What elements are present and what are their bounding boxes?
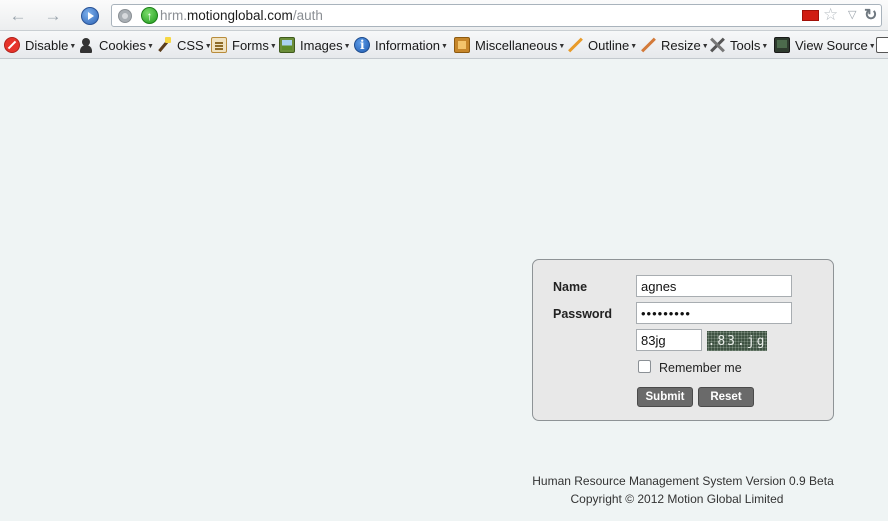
captcha-input[interactable] xyxy=(636,329,702,351)
globe-icon[interactable] xyxy=(118,9,132,23)
home-button-graphic xyxy=(81,7,99,25)
star-icon[interactable]: ☆ xyxy=(823,5,838,25)
toolbar-item-label: Disable xyxy=(25,37,69,53)
remember-me-label[interactable]: Remember me xyxy=(659,361,742,375)
name-label: Name xyxy=(553,280,588,294)
footer-version-text: Human Resource Management System Version… xyxy=(532,474,834,488)
remember-me-checkbox[interactable] xyxy=(638,360,651,373)
dropdown-arrow-icon: ▼ xyxy=(343,42,351,50)
submit-button[interactable]: Submit xyxy=(637,387,693,407)
resize-icon xyxy=(640,37,656,53)
toolbar-item-label: Information xyxy=(375,37,441,53)
forward-arrow-icon[interactable]: → xyxy=(43,6,63,26)
dropdown-arrow-icon: ▼ xyxy=(701,42,709,50)
toolbar-item-miscellaneous[interactable]: Miscellaneous ▼ xyxy=(454,36,565,54)
information-icon xyxy=(354,37,370,53)
toolbar-item-css[interactable]: CSS ▼ xyxy=(156,36,212,54)
web-developer-toolbar: Disable▼ Cookies▼ CSS▼ Forms▼ Images▼ In… xyxy=(0,31,888,59)
dropdown-arrow-icon: ▼ xyxy=(441,42,448,50)
toolbar-item-cookies[interactable]: Cookies ▼ xyxy=(78,36,154,54)
disable-icon xyxy=(4,37,20,53)
browser-nav-bar: ← → ↑ hrm.motionglobal.com/auth ☆ ▽ ↻ xyxy=(0,0,888,31)
toolbar-item-label: Outline xyxy=(588,37,630,53)
images-icon xyxy=(279,37,295,53)
miscellaneous-icon xyxy=(454,37,470,53)
url-text[interactable]: hrm.motionglobal.com/auth xyxy=(160,8,323,23)
toolbar-item-disable[interactable]: Disable ▼ xyxy=(4,36,76,54)
name-input[interactable] xyxy=(636,275,792,297)
toolbar-item-view-source[interactable]: View Source ▼ xyxy=(774,36,876,54)
toolbar-item-information[interactable]: Information▼ xyxy=(354,36,448,54)
toolbar-item-tools[interactable]: Tools ▼ xyxy=(709,36,768,54)
reset-button[interactable]: Reset xyxy=(698,387,754,407)
forms-icon xyxy=(211,37,227,53)
toolbar-item-label: Images xyxy=(300,37,343,53)
toolbar-item-label: Cookies xyxy=(99,37,146,53)
tools-icon xyxy=(709,37,725,53)
dropdown-arrow-icon: ▼ xyxy=(868,42,876,50)
dropdown-arrow-icon: ▼ xyxy=(558,42,566,50)
toolbar-item-label: Tools xyxy=(730,37,761,53)
address-bar[interactable]: ↑ hrm.motionglobal.com/auth ☆ ▽ ↻ xyxy=(111,4,882,27)
toolbar-item-label: CSS xyxy=(177,37,204,53)
dropdown-arrow-icon: ▼ xyxy=(630,42,638,50)
dropdown-arrow-icon: ▼ xyxy=(146,42,154,50)
more-tools-icon xyxy=(876,37,888,53)
url-path: /auth xyxy=(292,8,323,23)
toolbar-item-label: Resize xyxy=(661,37,701,53)
dropdown-arrow-icon[interactable]: ▽ xyxy=(848,8,856,21)
toolbar-item-more[interactable] xyxy=(876,36,888,54)
url-host: motionglobal.com xyxy=(187,8,293,23)
toolbar-item-resize[interactable]: Resize ▼ xyxy=(640,36,709,54)
dropdown-arrow-icon: ▼ xyxy=(69,42,77,50)
login-panel: Name Password .83.jg Remember me Submit … xyxy=(532,259,834,421)
toolbar-item-forms[interactable]: Forms ▼ xyxy=(211,36,277,54)
home-icon[interactable] xyxy=(80,6,100,26)
toolbar-item-images[interactable]: Images ▼ xyxy=(279,36,351,54)
css-icon xyxy=(156,37,172,53)
secure-connection-icon[interactable]: ↑ xyxy=(141,7,158,24)
footer-copyright-text: Copyright © 2012 Motion Global Limited xyxy=(570,492,784,506)
outline-icon xyxy=(567,37,583,53)
view-source-icon xyxy=(774,37,790,53)
toolbar-item-label: Forms xyxy=(232,37,269,53)
password-label: Password xyxy=(553,307,613,321)
cookies-icon xyxy=(78,37,94,53)
toolbar-item-label: Miscellaneous xyxy=(475,37,558,53)
back-arrow-icon[interactable]: ← xyxy=(8,6,28,26)
dropdown-arrow-icon: ▼ xyxy=(269,42,277,50)
password-input[interactable] xyxy=(636,302,792,324)
dropdown-arrow-icon: ▼ xyxy=(761,42,769,50)
flag-icon[interactable] xyxy=(802,10,819,21)
url-subdomain: hrm. xyxy=(160,8,187,23)
captcha-image: .83.jg xyxy=(707,331,767,351)
toolbar-item-outline[interactable]: Outline ▼ xyxy=(567,36,637,54)
toolbar-item-label: View Source xyxy=(795,37,868,53)
reload-icon[interactable]: ↻ xyxy=(864,5,877,25)
